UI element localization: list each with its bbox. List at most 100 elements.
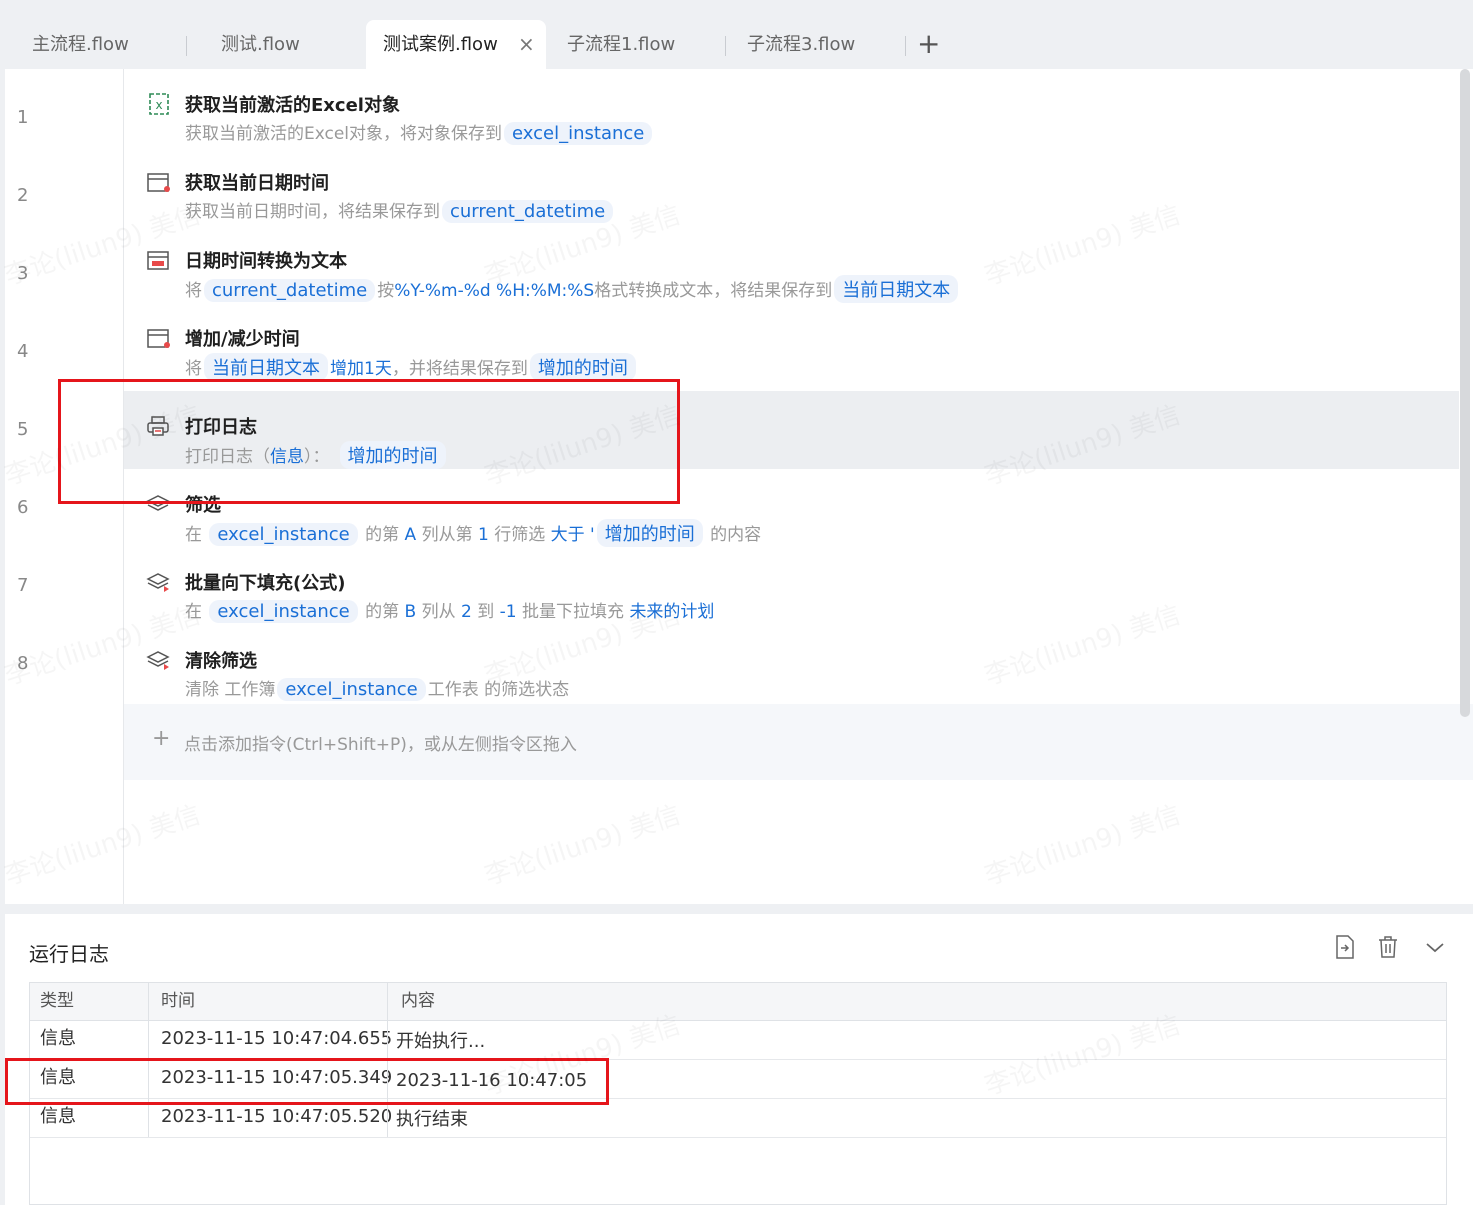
flow-editor: 1 2 3 4 5 6 7 8 x 获取当前激活的Excel对象 获取当前激活的…	[5, 69, 1473, 904]
step-datetime-to-text[interactable]: 日期时间转换为文本 将 current_datetime 按%Y-%m-%d %H:…	[124, 225, 1459, 303]
desc-text: 工作表 的筛选状态	[427, 680, 570, 700]
add-tab-icon[interactable]: +	[917, 26, 940, 62]
table-header: 类型 时间 内容	[30, 983, 1446, 1021]
desc-text: 批量下拉填充	[522, 602, 625, 622]
desc-text: 获取当前日期时间，将结果保存到	[185, 202, 440, 222]
tab-label: 子流程3.flow	[747, 34, 856, 55]
calendar-icon	[147, 329, 170, 348]
step-desc: 获取当前激活的Excel对象，将对象保存到 excel_instance	[185, 119, 654, 145]
tab-label: 主流程.flow	[32, 34, 129, 55]
highlight-box	[58, 379, 680, 504]
line-number: 2	[17, 185, 29, 206]
variable-pill[interactable]: excel_instance	[504, 122, 653, 145]
step-add-time[interactable]: 增加/减少时间 将当前日期文本 增加1天，并将结果保存到 增加的时间	[124, 303, 1459, 381]
step-title: 增加/减少时间	[185, 329, 300, 350]
desc-text: ，并将结果保存到	[391, 359, 528, 379]
export-icon[interactable]	[1333, 934, 1357, 960]
tab-divider	[725, 36, 726, 56]
calendar-icon	[147, 173, 170, 192]
variable-pill[interactable]: 增加的时间	[596, 519, 703, 547]
desc-text: 将	[185, 281, 202, 301]
log-title: 运行日志	[29, 942, 109, 966]
editor-scrollbar[interactable]	[1460, 69, 1470, 717]
excel-icon: x	[149, 93, 169, 115]
column-value[interactable]: B	[405, 602, 417, 622]
chevron-down-icon[interactable]	[1423, 934, 1447, 960]
line-number: 7	[17, 575, 29, 596]
variable-pill[interactable]: current_datetime	[204, 279, 376, 302]
step-title: 清除筛选	[185, 651, 257, 672]
desc-text: 在	[185, 602, 202, 622]
variable-pill[interactable]: excel_instance	[209, 523, 358, 546]
cell-type: 信息	[40, 1028, 76, 1049]
step-desc: 获取当前日期时间，将结果保存到 current_datetime	[185, 197, 615, 223]
line-number: 5	[17, 419, 29, 440]
desc-text: 列从	[421, 602, 456, 622]
column-value[interactable]: A	[405, 525, 417, 545]
desc-text: 的第	[365, 602, 400, 622]
step-clear-filter[interactable]: 清除筛选 清除 工作簿 excel_instance 工作表 的筛选状态	[124, 625, 1459, 703]
variable-pill[interactable]: 增加的时间	[529, 353, 636, 381]
step-desc: 将当前日期文本 增加1天，并将结果保存到 增加的时间	[185, 353, 638, 381]
desc-text: 的第	[365, 525, 400, 545]
tab-test-case-flow[interactable]: 测试案例.flow ×	[366, 20, 546, 69]
desc-text: 格式转换成文本，将结果保存到	[594, 281, 833, 301]
variable-pill[interactable]: current_datetime	[442, 200, 614, 223]
header-content: 内容	[401, 991, 435, 1011]
trash-icon[interactable]	[1376, 934, 1400, 960]
add-instruction-row[interactable]: + 点击添加指令(Ctrl+Shift+P)，或从左侧指令区拖入	[124, 704, 1473, 780]
variable-pill[interactable]: 当前日期文本	[834, 275, 959, 303]
amount-value[interactable]: 增加1天	[330, 359, 392, 379]
variable-pill[interactable]: 当前日期文本	[204, 353, 328, 381]
variable-pill[interactable]: excel_instance	[277, 678, 426, 701]
target-value[interactable]: 未来的计划	[629, 602, 714, 622]
desc-text: 将	[185, 359, 202, 379]
step-batch-fill[interactable]: 批量向下填充(公式) 在 excel_instance 的第 B 列从 2 到 …	[124, 547, 1459, 625]
table-row[interactable]: 信息 2023-11-15 10:47:04.655 开始执行...	[30, 1021, 1446, 1060]
format-value[interactable]: %Y-%m-%d %H:%M:%S	[394, 281, 594, 301]
layers-icon	[146, 651, 170, 670]
tab-label: 测试.flow	[221, 34, 300, 55]
svg-text:x: x	[155, 98, 162, 112]
step-get-excel[interactable]: x 获取当前激活的Excel对象 获取当前激活的Excel对象，将对象保存到 ex…	[124, 69, 1459, 147]
close-icon[interactable]: ×	[518, 20, 535, 69]
tab-test-flow[interactable]: 测试.flow	[221, 20, 300, 69]
step-desc: 将 current_datetime 按%Y-%m-%d %H:%M:%S格式转换成…	[185, 275, 960, 303]
to-value[interactable]: -1	[500, 602, 517, 622]
step-get-datetime[interactable]: 获取当前日期时间 获取当前日期时间，将结果保存到 current_datetime	[124, 147, 1459, 225]
tab-label: 测试案例.flow	[383, 34, 498, 55]
cell-content: 开始执行...	[396, 1031, 486, 1052]
run-log-panel: 运行日志 类型 时间 内容 信息 2023-11-15 10:47:04.655…	[5, 914, 1473, 1205]
tab-label: 子流程1.flow	[567, 34, 676, 55]
plus-icon: +	[152, 726, 171, 751]
line-number: 6	[17, 497, 29, 518]
tab-subflow3[interactable]: 子流程3.flow	[747, 20, 855, 69]
desc-text: 的内容	[710, 525, 762, 545]
row-value[interactable]: 1	[478, 525, 489, 545]
tab-bar: 主流程.flow 测试.flow 测试案例.flow × 子流程1.flow 子…	[0, 6, 1473, 69]
step-desc: 清除 工作簿 excel_instance 工作表 的筛选状态	[185, 675, 569, 701]
step-desc: 在 excel_instance 的第 A 列从第 1 行筛选 大于 ' 增加的时…	[185, 519, 761, 547]
from-value[interactable]: 2	[461, 602, 472, 622]
calendar-icon	[147, 251, 169, 270]
operator-value[interactable]: 大于 '	[551, 525, 595, 545]
line-number: 1	[17, 107, 29, 128]
step-desc: 在 excel_instance 的第 B 列从 2 到 -1 批量下拉填充 未…	[185, 597, 714, 623]
desc-text: 到	[477, 602, 495, 622]
layers-icon	[146, 573, 170, 592]
step-title: 获取当前日期时间	[185, 173, 329, 194]
add-instruction-hint: 点击添加指令(Ctrl+Shift+P)，或从左侧指令区拖入	[184, 735, 577, 755]
tab-subflow1[interactable]: 子流程1.flow	[567, 20, 675, 69]
tab-main-flow[interactable]: 主流程.flow	[32, 20, 129, 69]
highlight-box	[5, 1058, 609, 1105]
tab-divider	[905, 36, 906, 56]
desc-text: 在	[185, 525, 202, 545]
desc-text: 列从第	[421, 525, 473, 545]
step-title: 日期时间转换为文本	[185, 251, 347, 272]
header-type: 类型	[40, 991, 74, 1011]
header-time: 时间	[161, 991, 195, 1011]
cell-time: 2023-11-15 10:47:04.655	[161, 1028, 393, 1049]
tab-divider	[186, 36, 187, 56]
variable-pill[interactable]: excel_instance	[209, 600, 358, 623]
step-title: 批量向下填充(公式)	[185, 573, 346, 594]
